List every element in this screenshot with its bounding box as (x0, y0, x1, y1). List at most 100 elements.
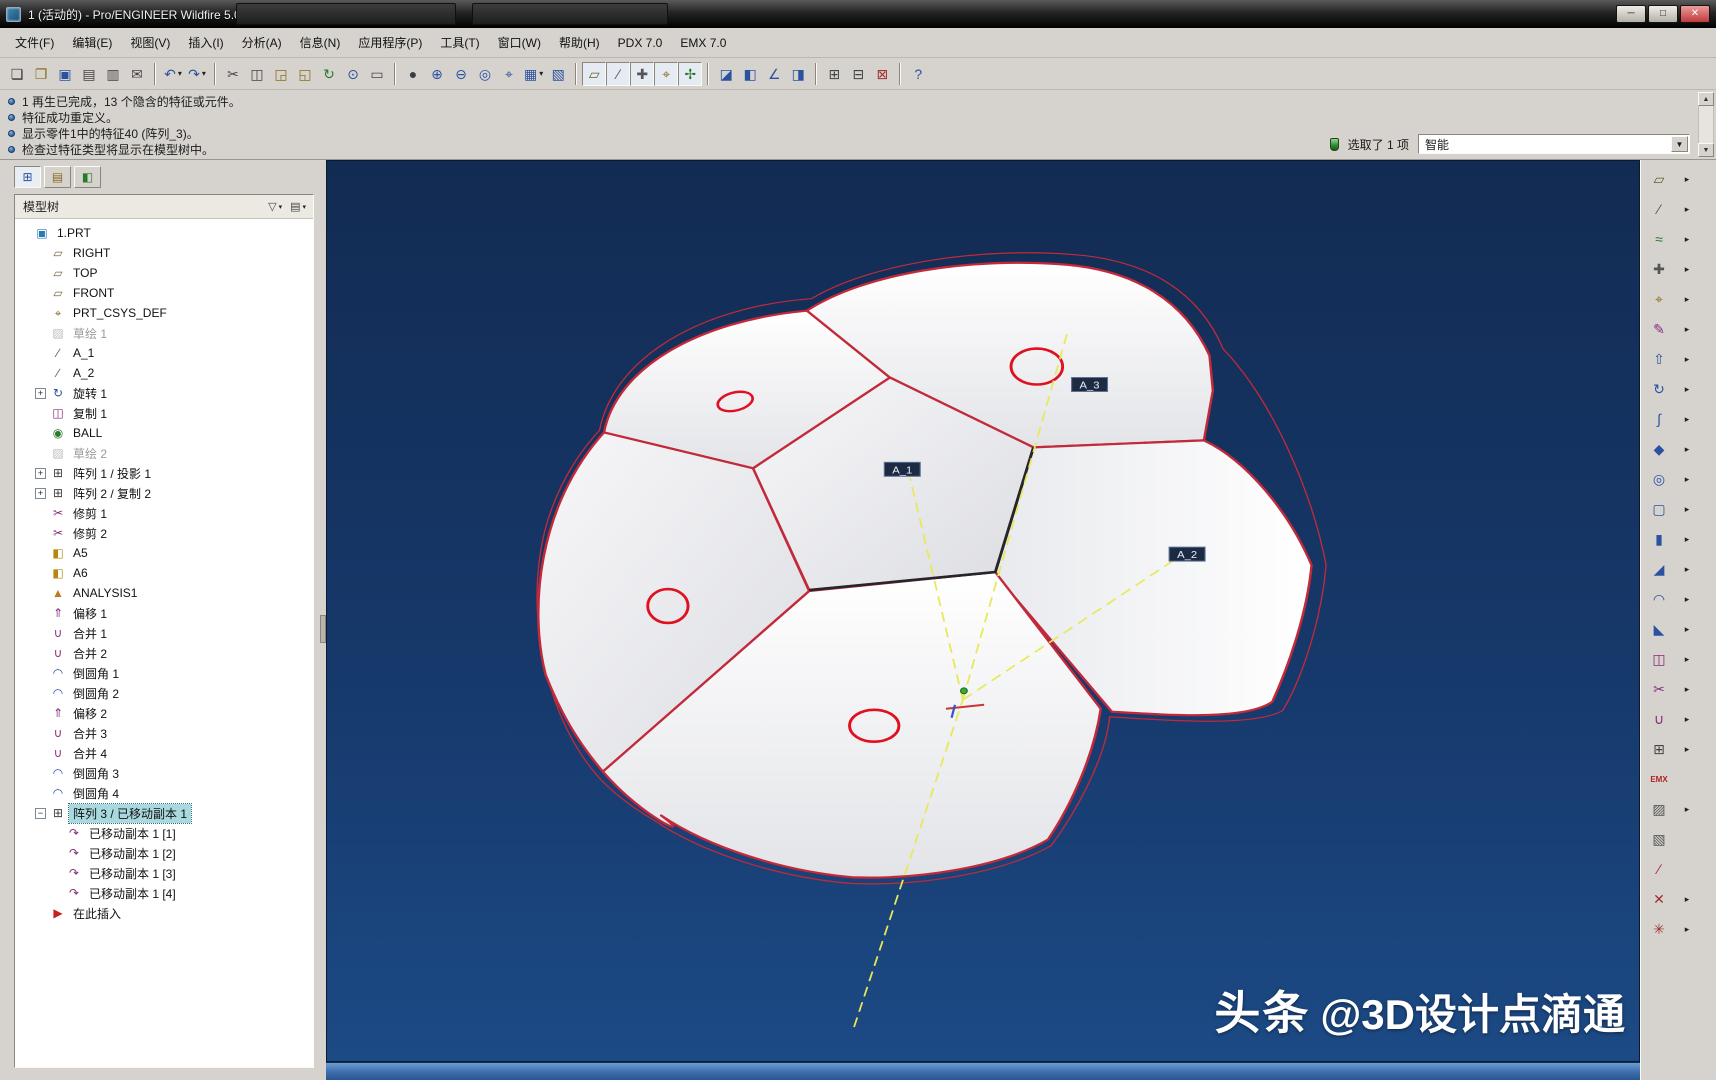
close-button[interactable]: ✕ (1680, 5, 1710, 23)
emx-tool-button[interactable]: EMX (1647, 767, 1671, 791)
tree-expander[interactable]: + (35, 488, 46, 499)
blend-tool-flyout-arrow[interactable]: ▸ (1679, 444, 1695, 455)
tree-item-label[interactable]: A6 (69, 565, 92, 581)
edge-display-button[interactable]: ◧ (738, 62, 762, 86)
mirror-tool-button[interactable]: ◫ (1647, 647, 1671, 671)
angle-display-button[interactable]: ∠ (762, 62, 786, 86)
cross-tool-button[interactable]: ✕ (1647, 887, 1671, 911)
redo-button[interactable]: ↷▾ (185, 62, 209, 86)
tree-item-label[interactable]: 合并 1 (69, 624, 111, 643)
csys-tool-button[interactable]: ⌖ (1647, 287, 1671, 311)
rib-tool-flyout-arrow[interactable]: ▸ (1679, 534, 1695, 545)
csys-toggle-button[interactable]: ⌖ (654, 62, 678, 86)
csys-tool-flyout-arrow[interactable]: ▸ (1679, 294, 1695, 305)
save-button[interactable]: ▣ (53, 62, 77, 86)
model-canvas[interactable]: A_1 A_2 A_3 (327, 161, 1639, 1061)
close-window-button[interactable]: ⊠ (870, 62, 894, 86)
sketch-tool-flyout-arrow[interactable]: ▸ (1679, 324, 1695, 335)
tree-item-6[interactable]: ▨草绘 1 (17, 323, 311, 343)
menu-insert[interactable]: 插入(I) (179, 30, 232, 55)
menu-applications[interactable]: 应用程序(P) (349, 30, 431, 55)
tree-item-label[interactable]: 复制 1 (69, 404, 111, 423)
line-style-tool-button[interactable]: ∕ (1647, 857, 1671, 881)
tree-item-label[interactable]: 合并 4 (69, 744, 111, 763)
tree-item-13[interactable]: +⊞阵列 1 / 投影 1 (17, 463, 311, 483)
tree-item-24[interactable]: ◠倒圆角 2 (17, 683, 311, 703)
shell-tool-flyout-arrow[interactable]: ▸ (1679, 504, 1695, 515)
zoom-out-button[interactable]: ⊖ (449, 62, 473, 86)
round-tool-flyout-arrow[interactable]: ▸ (1679, 594, 1695, 605)
tree-item-33[interactable]: ↷已移动副本 1 [3] (17, 863, 311, 883)
tree-item-3[interactable]: ▱TOP (17, 263, 311, 283)
datum-point-tool-flyout-arrow[interactable]: ▸ (1679, 264, 1695, 275)
tree-item-32[interactable]: ↷已移动副本 1 [2] (17, 843, 311, 863)
cross-tool-flyout-arrow[interactable]: ▸ (1679, 894, 1695, 905)
menu-help[interactable]: 帮助(H) (550, 30, 609, 55)
maximize-button[interactable]: □ (1648, 5, 1678, 23)
menu-window[interactable]: 窗口(W) (489, 30, 550, 55)
context-help-button[interactable]: ? (906, 62, 930, 86)
tree-item-label[interactable]: 倒圆角 3 (69, 764, 123, 783)
menu-emx-7[interactable]: EMX 7.0 (671, 32, 735, 54)
burst-tool-button[interactable]: ✳ (1647, 917, 1671, 941)
tree-item-label[interactable]: A_2 (69, 365, 98, 381)
mirror-tool-flyout-arrow[interactable]: ▸ (1679, 654, 1695, 665)
tree-item-12[interactable]: ▨草绘 2 (17, 443, 311, 463)
draft-tool-flyout-arrow[interactable]: ▸ (1679, 564, 1695, 575)
selection-filter-combo[interactable]: 智能 ▼ (1418, 134, 1690, 154)
tree-expander[interactable]: − (35, 808, 46, 819)
tree-item-label[interactable]: PRT_CSYS_DEF (69, 305, 171, 321)
trim-tool-button[interactable]: ✂ (1647, 677, 1671, 701)
background-window-2[interactable] (472, 3, 668, 25)
tree-item-17[interactable]: ◧A5 (17, 543, 311, 563)
tree-item-26[interactable]: ∪合并 3 (17, 723, 311, 743)
tree-item-21[interactable]: ∪合并 1 (17, 623, 311, 643)
saved-views-button[interactable]: ▦▾ (521, 62, 546, 86)
tree-item-19[interactable]: ▲ANALYSIS1 (17, 583, 311, 603)
select-box-button[interactable]: ▭ (365, 62, 389, 86)
surface-display-button[interactable]: ◨ (786, 62, 810, 86)
tree-item-label[interactable]: 倒圆角 1 (69, 664, 123, 683)
tree-item-label[interactable]: 草绘 1 (69, 324, 111, 343)
tree-item-7[interactable]: ∕A_1 (17, 343, 311, 363)
tree-item-label[interactable]: 阵列 2 / 复制 2 (69, 484, 155, 503)
axis-tag-a3[interactable]: A_3 (1072, 378, 1108, 392)
tree-item-27[interactable]: ∪合并 4 (17, 743, 311, 763)
tree-item-label[interactable]: 合并 3 (69, 724, 111, 743)
sweep-tool-button[interactable]: ∫ (1647, 407, 1671, 431)
menu-tools[interactable]: 工具(T) (431, 30, 488, 55)
tree-item-label[interactable]: 已移动副本 1 [3] (85, 864, 180, 883)
tree-item-label[interactable]: 草绘 2 (69, 444, 111, 463)
tree-item-label[interactable]: 阵列 3 / 已移动副本 1 (69, 804, 191, 823)
tree-item-4[interactable]: ▱FRONT (17, 283, 311, 303)
saved-views-dropdown-arrow-icon[interactable]: ▾ (539, 69, 543, 78)
hole-tool-button[interactable]: ◎ (1647, 467, 1671, 491)
tree-item-label[interactable]: 旋转 1 (69, 384, 111, 403)
menu-analysis[interactable]: 分析(A) (233, 30, 291, 55)
revolve-tool-flyout-arrow[interactable]: ▸ (1679, 384, 1695, 395)
regenerate-button[interactable]: ↻ (317, 62, 341, 86)
round-tool-button[interactable]: ◠ (1647, 587, 1671, 611)
datum-curve-tool-button[interactable]: ≈ (1647, 227, 1671, 251)
tree-item-30[interactable]: −⊞阵列 3 / 已移动副本 1 (17, 803, 311, 823)
print-preview-button[interactable]: ▥ (101, 62, 125, 86)
new-window-button[interactable]: ⊞ (822, 62, 846, 86)
chamfer-tool-flyout-arrow[interactable]: ▸ (1679, 624, 1695, 635)
tree-item-label[interactable]: 已移动副本 1 [1] (85, 824, 180, 843)
tree-item-31[interactable]: ↷已移动副本 1 [1] (17, 823, 311, 843)
graphics-viewport[interactable]: A_1 A_2 A_3 头条 @3D设计点滴通 (326, 160, 1640, 1062)
menu-edit[interactable]: 编辑(E) (63, 30, 121, 55)
tree-item-2[interactable]: ▱RIGHT (17, 243, 311, 263)
cut-button[interactable]: ✂ (221, 62, 245, 86)
sketch-tool-button[interactable]: ✎ (1647, 317, 1671, 341)
tree-item-29[interactable]: ◠倒圆角 4 (17, 783, 311, 803)
scroll-up-button[interactable]: ▲ (1698, 92, 1714, 106)
undo-dropdown-arrow-icon[interactable]: ▾ (178, 69, 182, 78)
tree-item-label[interactable]: 偏移 2 (69, 704, 111, 723)
filter-dropdown-arrow-icon[interactable]: ▼ (1671, 136, 1688, 152)
scrollbar-track[interactable] (1698, 106, 1714, 143)
refit-button[interactable]: ◎ (473, 62, 497, 86)
menu-file[interactable]: 文件(F) (6, 30, 63, 55)
menu-view[interactable]: 视图(V) (121, 30, 179, 55)
tree-filters-button[interactable]: ▽▾ (265, 198, 285, 216)
